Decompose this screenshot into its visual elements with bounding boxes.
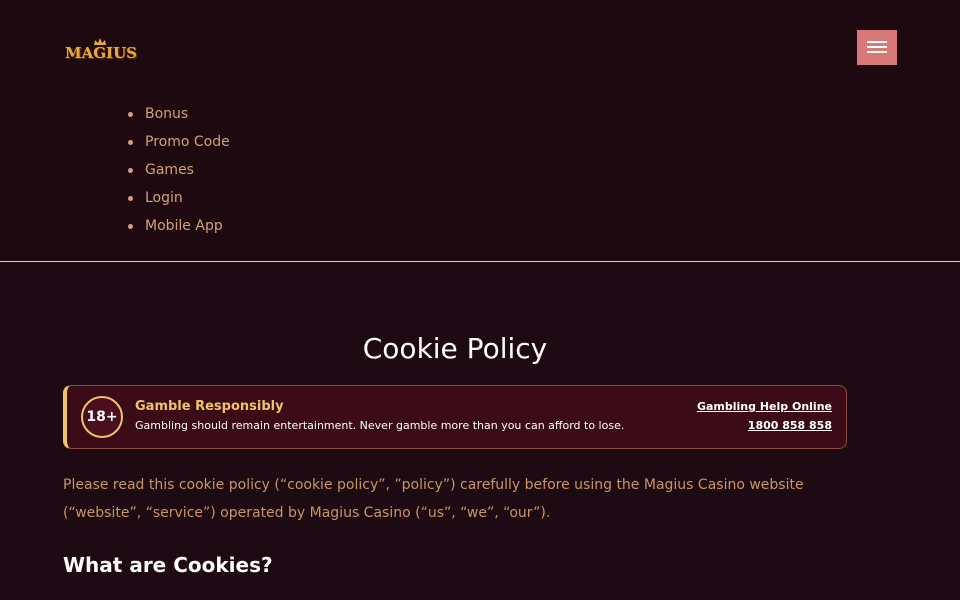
logo-text: MAGIUS (65, 44, 137, 62)
age-restriction-badge: 18+ (81, 396, 123, 438)
nav-item-mobile-app[interactable]: Mobile App (128, 216, 230, 244)
nav-menu: Bonus Promo Code Games Login Mobile App (128, 104, 230, 244)
site-header: MAGIUS Bonus Promo Code Games Login Mobi… (0, 0, 960, 262)
menu-toggle-button[interactable] (857, 30, 897, 65)
nav-item-bonus[interactable]: Bonus (128, 104, 230, 132)
nav-item-games[interactable]: Games (128, 160, 230, 188)
hamburger-icon (867, 51, 887, 53)
intro-paragraph: Please read this cookie policy (“cookie … (63, 477, 804, 521)
gambling-help-link[interactable]: Gambling Help Online (697, 400, 832, 413)
page-title: Cookie Policy (362, 332, 548, 365)
section-heading: What are Cookies? (63, 553, 273, 577)
notice-title: Gamble Responsibly (135, 399, 284, 414)
nav-item-promo-code[interactable]: Promo Code (128, 132, 230, 160)
gambling-help-phone-link[interactable]: 1800 858 858 (748, 419, 832, 432)
site-logo[interactable]: MAGIUS (65, 38, 137, 66)
responsible-gambling-notice: 18+ Gamble Responsibly Gambling should r… (63, 385, 847, 449)
hamburger-icon (867, 41, 887, 43)
hamburger-icon (867, 46, 887, 48)
notice-text: Gambling should remain entertainment. Ne… (135, 419, 625, 432)
nav-item-login[interactable]: Login (128, 188, 230, 216)
